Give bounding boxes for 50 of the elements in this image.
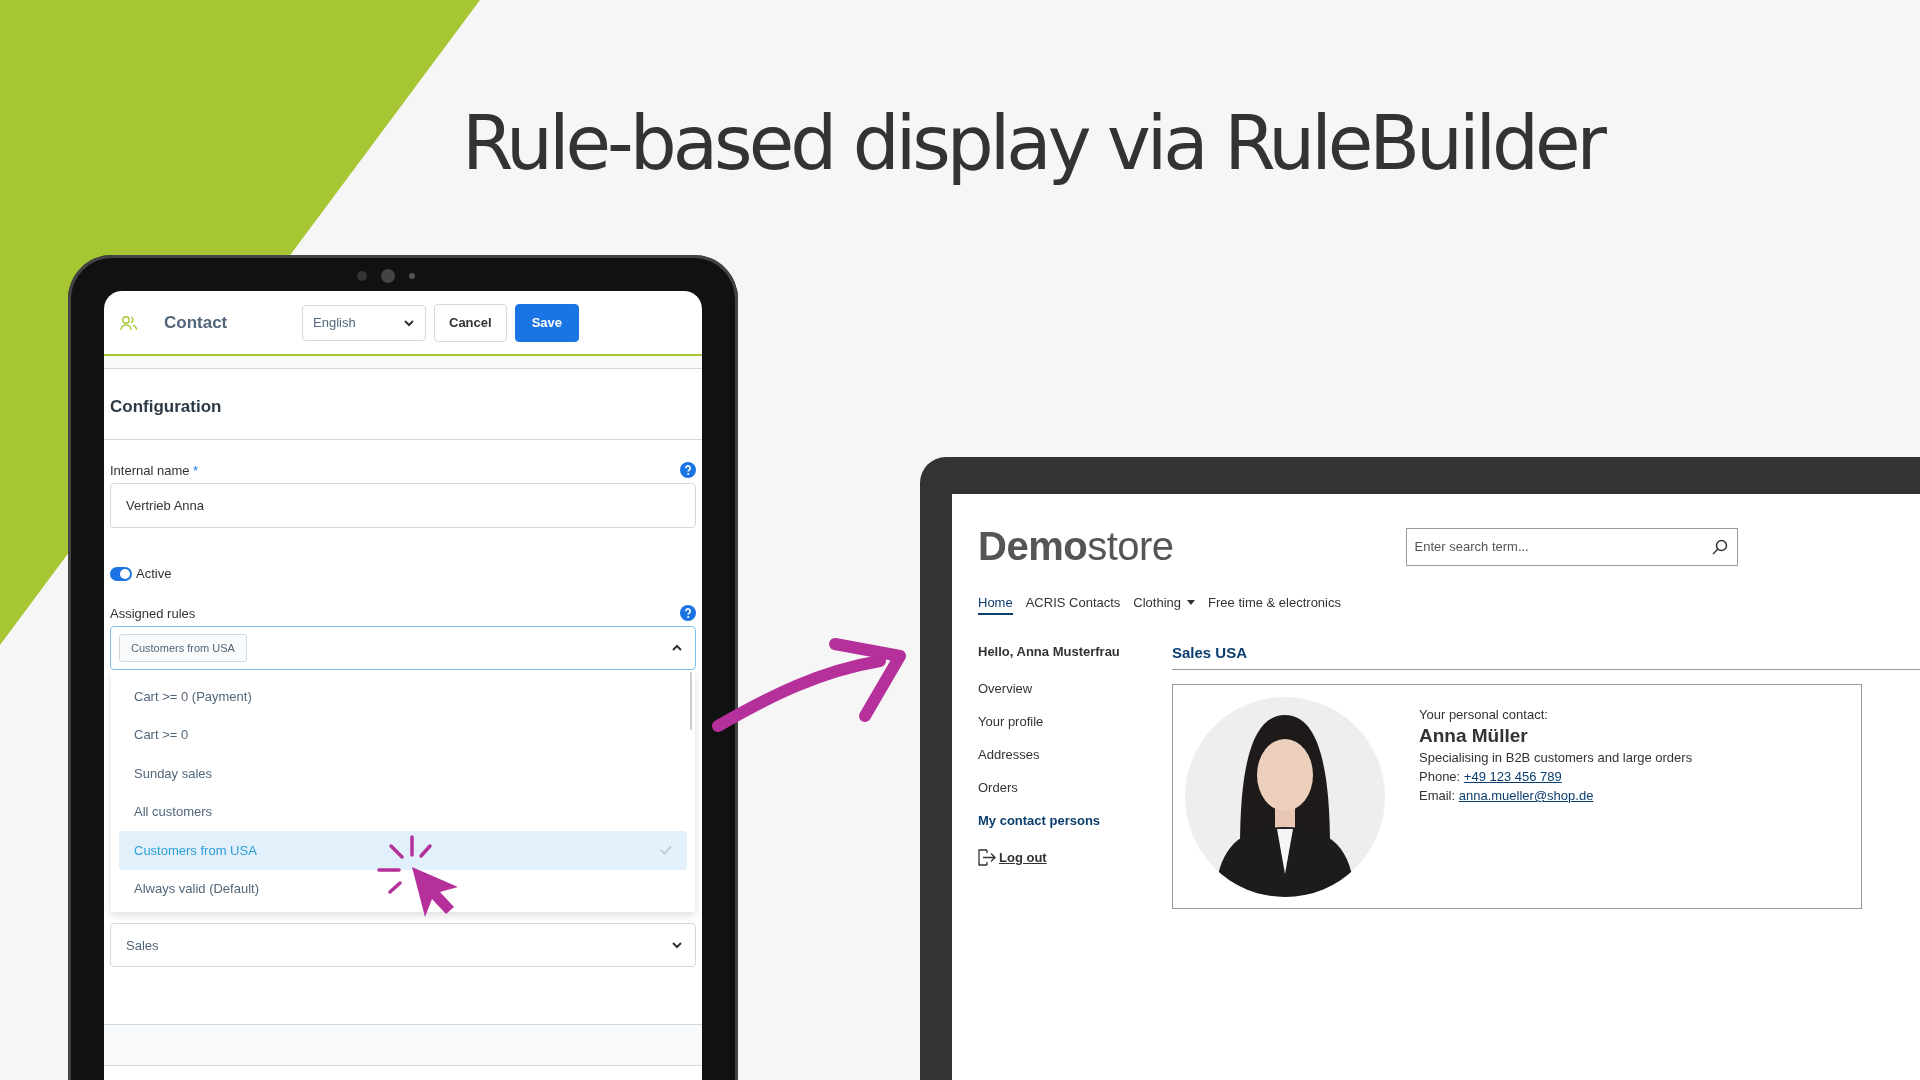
contact-specialty: Specialising in B2B customers and large orders bbox=[1419, 749, 1693, 767]
section-title: Configuration bbox=[104, 369, 702, 440]
rule-option[interactable]: Cart >= 0 (Payment) bbox=[119, 677, 687, 716]
help-icon[interactable] bbox=[680, 462, 696, 478]
headline: Rule-based display via RuleBuilder bbox=[462, 100, 1603, 186]
chevron-down-icon bbox=[403, 318, 415, 327]
contact-group-select[interactable]: Sales bbox=[110, 923, 696, 967]
search-field[interactable]: Enter search term... bbox=[1405, 527, 1738, 566]
field-label: Assigned rules bbox=[110, 605, 196, 621]
rule-option[interactable]: Cart >= 0 bbox=[119, 715, 687, 754]
nav-link[interactable]: Clothing bbox=[1133, 595, 1196, 615]
rule-option[interactable]: All customers bbox=[119, 792, 687, 831]
language-select[interactable]: English bbox=[302, 304, 426, 341]
check-icon bbox=[660, 845, 672, 856]
rule-option[interactable]: Sunday sales bbox=[119, 754, 687, 793]
account-menu-link[interactable]: Overview bbox=[978, 681, 1172, 714]
users-icon bbox=[120, 314, 138, 331]
toggle-label: Active bbox=[136, 566, 172, 581]
camera-drawing bbox=[355, 269, 417, 283]
account-menu-link[interactable]: Addresses bbox=[978, 747, 1172, 780]
nav-link[interactable]: Home bbox=[978, 595, 1013, 615]
rule-option[interactable]: Always valid (Default) bbox=[119, 869, 687, 908]
email-link[interactable]: anna.mueller@shop.de bbox=[1458, 788, 1594, 803]
nav-link[interactable]: ACRIS Contacts bbox=[1025, 595, 1121, 615]
chevron-up-icon bbox=[671, 644, 683, 652]
nav-link[interactable]: Free time & electronics bbox=[1208, 595, 1341, 615]
logout-icon[interactable] bbox=[978, 849, 996, 866]
account-menu-link[interactable]: Your profile bbox=[978, 714, 1172, 747]
account-menu-link[interactable]: Orders bbox=[978, 780, 1172, 813]
store-logo[interactable]: Demostore bbox=[978, 524, 1174, 569]
internal-name-field[interactable]: Vertrieb Anna bbox=[110, 483, 696, 528]
rules-multiselect[interactable]: Customers from USA bbox=[110, 626, 696, 670]
account-menu-link[interactable]: My contact persons bbox=[978, 813, 1172, 846]
phone-label: Phone: bbox=[1419, 769, 1461, 784]
rule-tag[interactable]: Customers from USA bbox=[119, 634, 247, 662]
active-toggle[interactable] bbox=[110, 566, 132, 581]
contact-intro: Your personal contact: bbox=[1419, 706, 1549, 724]
cancel-button[interactable]: Cancel bbox=[434, 303, 507, 342]
save-button[interactable]: Save bbox=[514, 303, 579, 342]
chevron-down-icon bbox=[671, 941, 683, 949]
field-label: Internal name * bbox=[110, 462, 199, 478]
phone-link[interactable]: +49 123 456 789 bbox=[1463, 769, 1562, 784]
search-icon[interactable] bbox=[1711, 538, 1728, 555]
page-title: Contact bbox=[164, 312, 229, 333]
greeting: Hello, Anna Musterfrau bbox=[978, 643, 1121, 661]
help-icon[interactable] bbox=[680, 605, 696, 621]
email-label: Email: bbox=[1419, 788, 1456, 803]
logout-link[interactable]: Log out bbox=[999, 850, 1047, 865]
contact-name: Anna Müller bbox=[1419, 724, 1529, 748]
section-heading: Sales USA bbox=[1172, 638, 1920, 670]
